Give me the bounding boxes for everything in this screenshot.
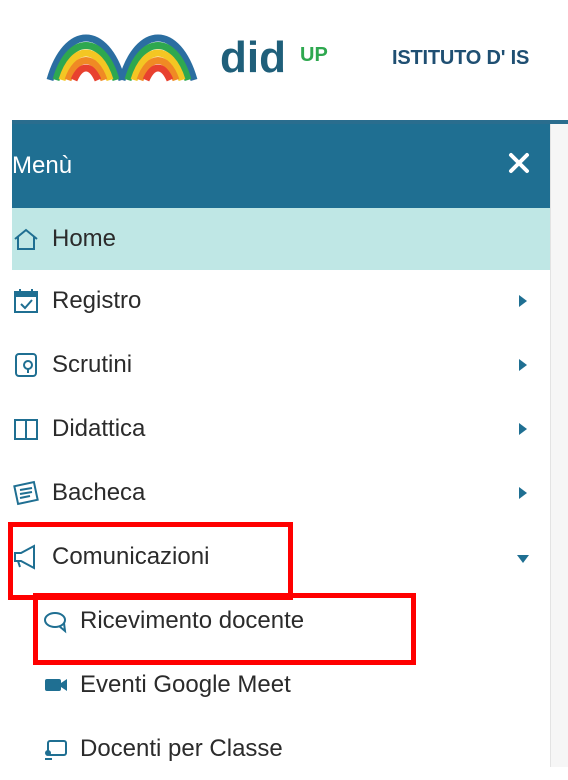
close-icon[interactable]: [506, 150, 532, 176]
sidebar-item-scrutini[interactable]: Scrutini: [12, 334, 550, 396]
sidebar-item-registro[interactable]: Registro: [12, 270, 550, 332]
sidebar-item-bacheca[interactable]: Bacheca: [12, 462, 550, 524]
menu-title: Menù: [12, 152, 73, 179]
sidebar-subitem-eventi-google-meet[interactable]: Eventi Google Meet: [42, 654, 568, 716]
sidebar-menu: Menù Home Registro Scrutini Didattica Ba…: [12, 124, 550, 767]
chevron-right-icon: [519, 487, 527, 499]
sidebar-item-label: Scrutini: [52, 351, 133, 378]
book-icon: [14, 419, 38, 440]
sidebar-item-label: Bacheca: [52, 479, 146, 506]
didup-logo-rainbow-icon: [46, 34, 198, 82]
chevron-right-icon: [519, 423, 527, 435]
logo-text: did: [220, 33, 286, 82]
chat-icon: [44, 612, 67, 634]
sidebar-item-label: Registro: [52, 287, 142, 314]
sidebar-item-label: Comunicazioni: [52, 543, 210, 570]
chevron-down-icon: [517, 555, 529, 563]
school-title: ISTITUTO D' IS: [392, 47, 530, 69]
logo-superscript: UP: [300, 44, 328, 66]
sidebar-item-home[interactable]: Home: [12, 208, 550, 270]
chevron-right-icon: [519, 295, 527, 307]
calendar-check-icon: [14, 289, 38, 313]
home-icon: [14, 228, 38, 250]
app-header: did UP ISTITUTO D' IS: [12, 0, 568, 120]
menu-header: Menù: [12, 124, 550, 208]
presentation-icon: [45, 740, 67, 760]
sidebar-item-comunicazioni[interactable]: Comunicazioni: [12, 526, 550, 588]
sidebar-item-label: Ricevimento docente: [80, 607, 305, 634]
board-icon: [13, 480, 39, 506]
sidebar-item-label: Eventi Google Meet: [80, 671, 291, 698]
sidebar-item-label: Docenti per Classe: [80, 735, 283, 762]
sidebar-item-label: Home: [52, 225, 117, 252]
sidebar-item-label: Didattica: [52, 415, 146, 442]
sidebar-item-didattica[interactable]: Didattica: [12, 398, 550, 460]
document-stamp-icon: [15, 353, 37, 377]
megaphone-icon: [14, 544, 35, 570]
sidebar-subitem-docenti-per-classe[interactable]: Docenti per Classe: [42, 718, 568, 780]
sidebar-subitem-ricevimento-docente[interactable]: Ricevimento docente: [42, 590, 568, 652]
chevron-right-icon: [519, 359, 527, 371]
video-camera-icon: [45, 679, 67, 691]
